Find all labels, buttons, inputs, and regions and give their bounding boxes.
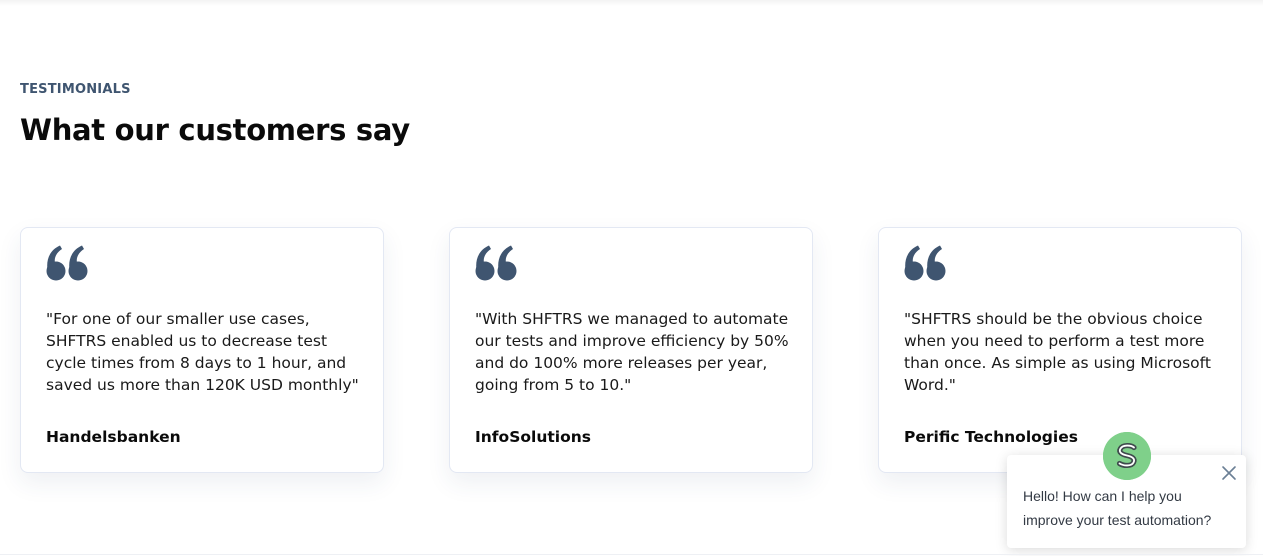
section-divider xyxy=(0,554,1263,555)
testimonial-quote: "For one of our smaller use cases, SHFTR… xyxy=(46,310,359,394)
testimonial-card: "For one of our smaller use cases, SHFTR… xyxy=(20,227,384,473)
quote-icon xyxy=(475,245,517,281)
testimonial-quote: "SHFTRS should be the obvious choice whe… xyxy=(904,310,1211,394)
testimonial-quote: "With SHFTRS we managed to automate our … xyxy=(475,310,789,394)
header-shadow xyxy=(0,0,1263,6)
close-icon[interactable] xyxy=(1220,464,1238,482)
quote-icon xyxy=(46,245,88,281)
chat-message: Hello! How can I help you improve your t… xyxy=(1023,488,1212,528)
chat-avatar-logo-icon xyxy=(1103,432,1151,480)
section-heading: What our customers say xyxy=(20,113,410,147)
quote-icon xyxy=(904,245,946,281)
testimonial-card: "SHFTRS should be the obvious choice whe… xyxy=(878,227,1242,473)
testimonial-company: Perific Technologies xyxy=(904,428,1078,446)
testimonial-card: "With SHFTRS we managed to automate our … xyxy=(449,227,813,473)
section-eyebrow: TESTIMONIALS xyxy=(20,82,131,97)
testimonial-company: Handelsbanken xyxy=(46,428,181,446)
testimonial-company: InfoSolutions xyxy=(475,428,591,446)
chat-avatar-icon[interactable] xyxy=(1103,432,1151,480)
